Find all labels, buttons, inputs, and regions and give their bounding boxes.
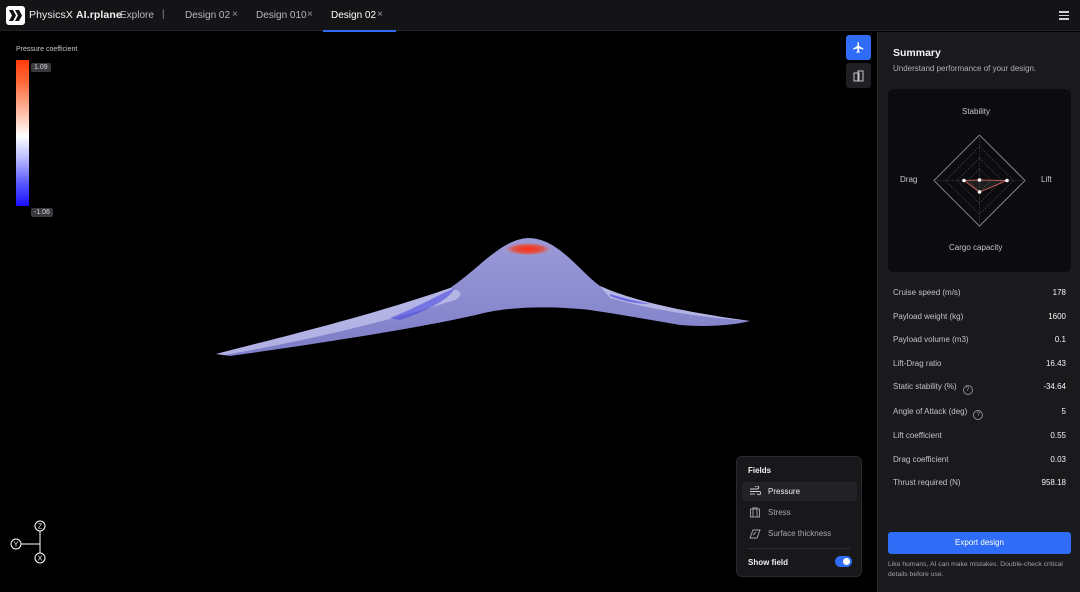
radar-label-cargo-capacity: Cargo capacity xyxy=(949,243,1003,252)
metric-row: Static stability (%)? -34.64 xyxy=(893,380,1066,395)
fields-title: Fields xyxy=(748,466,772,475)
field-label: Surface thickness xyxy=(768,529,832,538)
metric-value: 178 xyxy=(1052,288,1066,297)
show-field-label: Show field xyxy=(748,558,788,567)
tab-separator: | xyxy=(162,9,165,20)
axis-gizmo: Z Y X xyxy=(10,520,46,564)
metric-name-text: Drag coefficient xyxy=(893,455,949,464)
colorbar-max-label: 1.09 xyxy=(31,63,51,72)
info-icon[interactable]: ? xyxy=(962,385,973,395)
metric-row: Drag coefficient 0.03 xyxy=(893,453,1066,467)
metric-name: Lift coefficient xyxy=(893,431,942,440)
radar-chart-card: Stability Drag Lift Cargo capacity xyxy=(888,89,1071,272)
show-field-toggle[interactable] xyxy=(835,556,852,567)
export-design-button[interactable]: Export design xyxy=(888,532,1071,554)
stress-icon xyxy=(750,507,760,518)
physicsx-logo-icon[interactable] xyxy=(6,6,25,25)
metric-name-text: Cruise speed (m/s) xyxy=(893,288,961,297)
tab-label: Design 02 xyxy=(331,10,377,21)
field-stress[interactable]: Stress xyxy=(742,503,857,522)
field-label: Stress xyxy=(768,508,791,517)
metric-name-text: Lift-Drag ratio xyxy=(893,359,942,368)
tab-label: Design 010 xyxy=(256,10,307,21)
structure-view-button[interactable] xyxy=(846,63,871,88)
metric-row: Thrust required (N) 958.18 xyxy=(893,476,1066,490)
metric-name-text: Static stability (%) xyxy=(893,382,957,391)
axis-x-label: X xyxy=(38,556,43,563)
close-icon[interactable]: × xyxy=(307,9,313,20)
metric-name: Angle of Attack (deg)? xyxy=(893,407,984,420)
surface-icon xyxy=(749,529,761,539)
axis-z-label: Z xyxy=(38,524,43,531)
top-bar: PhysicsX AI.rplane Explore | Design 02 ×… xyxy=(0,0,1080,32)
radar-label-drag: Drag xyxy=(900,175,918,184)
legend-title: Pressure coefficient xyxy=(16,46,78,53)
metric-value: 5 xyxy=(1061,407,1066,416)
close-icon[interactable]: × xyxy=(377,9,383,20)
tab-design-02-active[interactable]: Design 02 × xyxy=(323,0,396,32)
ai-disclaimer: Like humans, AI can make mistakes. Doubl… xyxy=(888,561,1063,578)
fields-panel: Fields Pressure Stress Surface thickness… xyxy=(736,456,862,577)
metric-row: Cruise speed (m/s) 178 xyxy=(893,286,1066,300)
metric-value: 0.55 xyxy=(1050,431,1066,440)
metric-name-text: Lift coefficient xyxy=(893,431,942,440)
metric-row: Lift-Drag ratio 16.43 xyxy=(893,357,1066,371)
tab-design-02[interactable]: Design 02 × xyxy=(185,0,241,31)
metric-value: 0.1 xyxy=(1054,335,1066,344)
pressure-colorbar xyxy=(16,60,29,206)
metric-name-text: Payload weight (kg) xyxy=(893,312,964,321)
field-surface-thickness[interactable]: Surface thickness xyxy=(742,524,857,543)
building-icon xyxy=(853,70,864,82)
field-label: Pressure xyxy=(768,487,801,496)
metric-name-text: Thrust required (N) xyxy=(893,478,961,487)
tab-label: Explore xyxy=(120,10,154,21)
hamburger-menu-icon[interactable] xyxy=(1059,11,1069,20)
summary-sidebar: Summary Understand performance of your d… xyxy=(877,32,1080,592)
metric-value: -34.64 xyxy=(1043,382,1066,391)
metric-row: Payload weight (kg) 1600 xyxy=(893,310,1066,324)
metric-name: Static stability (%)? xyxy=(893,382,973,395)
app-title-lead: PhysicsX xyxy=(29,9,76,21)
metric-name: Lift-Drag ratio xyxy=(893,359,941,368)
metric-row: Lift coefficient 0.55 xyxy=(893,429,1066,443)
colorbar-min-label: -1.06 xyxy=(31,208,53,217)
metric-name: Cruise speed (m/s) xyxy=(893,288,961,297)
divider xyxy=(748,548,850,549)
metric-name: Payload weight (kg) xyxy=(893,312,963,321)
info-icon[interactable]: ? xyxy=(973,410,984,420)
tab-design-010[interactable]: Design 010 × xyxy=(256,0,316,31)
radar-label-stability: Stability xyxy=(962,107,991,116)
metric-row: Payload volume (m3) 0.1 xyxy=(893,333,1066,347)
radar-label-lift: Lift xyxy=(1041,175,1052,184)
summary-title: Summary xyxy=(893,47,941,59)
field-pressure[interactable]: Pressure xyxy=(742,482,857,501)
close-icon[interactable]: × xyxy=(232,9,238,20)
metric-value: 16.43 xyxy=(1045,359,1066,368)
metric-name-text: Angle of Attack (deg) xyxy=(893,407,968,416)
tab-label: Design 02 xyxy=(185,10,231,21)
aircraft-3d-model[interactable] xyxy=(210,228,755,363)
metric-name: Drag coefficient xyxy=(893,455,948,464)
summary-subtitle: Understand performance of your design. xyxy=(893,64,1037,73)
airplane-icon xyxy=(853,42,864,53)
airplane-view-button[interactable] xyxy=(846,35,871,60)
app-title: PhysicsX AI.rplane xyxy=(29,9,122,21)
metric-row: Angle of Attack (deg)? 5 xyxy=(893,405,1066,420)
wind-icon xyxy=(750,486,761,496)
metric-name: Payload volume (m3) xyxy=(893,335,969,344)
toggle-knob xyxy=(843,558,850,565)
metric-value: 0.03 xyxy=(1050,455,1066,464)
axis-y-label: Y xyxy=(14,542,19,549)
metric-value: 958.18 xyxy=(1041,478,1066,487)
metric-name-text: Payload volume (m3) xyxy=(893,335,969,344)
app-title-bold: AI.rplane xyxy=(76,9,122,21)
metric-name: Thrust required (N) xyxy=(893,478,961,487)
metric-value: 1600 xyxy=(1048,312,1066,321)
radar-chart xyxy=(933,134,1026,227)
